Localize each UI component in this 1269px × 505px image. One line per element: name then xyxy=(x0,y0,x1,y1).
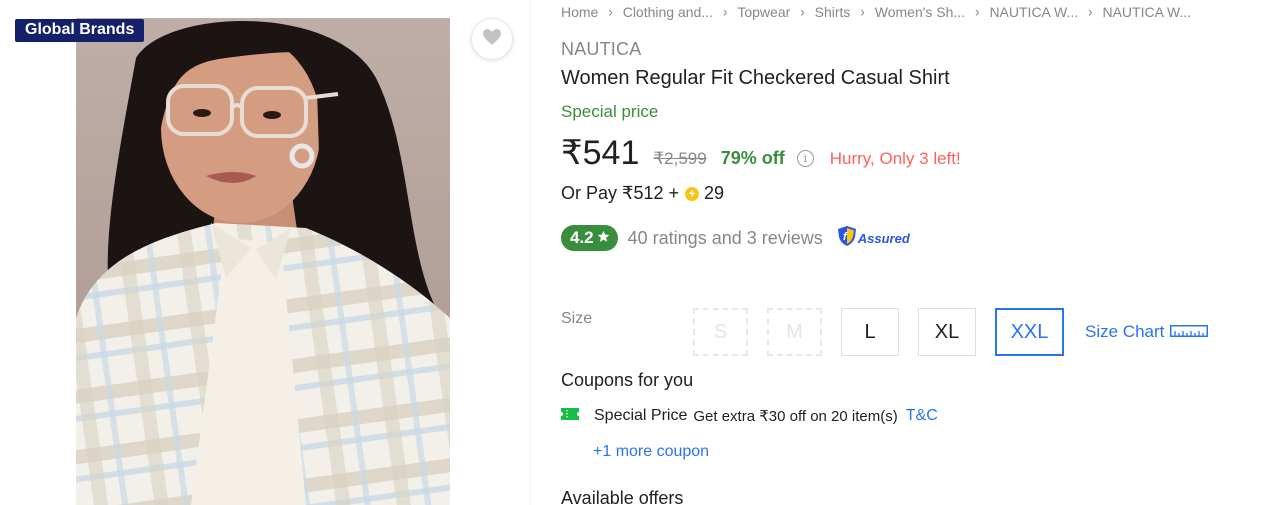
coupon-item: Special Price Get extra ₹30 off on 20 it… xyxy=(561,407,938,425)
more-coupons-link[interactable]: +1 more coupon xyxy=(593,443,709,461)
global-brands-badge: Global Brands xyxy=(15,19,145,42)
discount-percent: 79% off xyxy=(720,148,785,168)
or-pay-row: Or Pay ₹512 + 29 xyxy=(561,183,724,204)
breadcrumb-topwear[interactable]: Topwear xyxy=(737,4,790,20)
assured-label: Assured xyxy=(857,230,910,246)
wishlist-button[interactable] xyxy=(471,18,513,60)
price-row: ₹541 ₹2,599 79% off i Hurry, Only 3 left… xyxy=(561,133,961,173)
assured-badge: f Assured xyxy=(837,225,910,251)
mrp-price: ₹2,599 xyxy=(653,149,707,168)
brand-name[interactable]: NAUTICA xyxy=(561,39,641,60)
assured-shield-icon: f xyxy=(837,225,856,251)
size-option-label: L xyxy=(864,320,876,343)
product-image[interactable] xyxy=(76,18,450,505)
size-option-xxl[interactable]: XXL xyxy=(995,308,1064,356)
breadcrumb-shirts[interactable]: Shirts xyxy=(815,4,851,20)
chevron-right-icon: › xyxy=(860,3,865,20)
size-options: S M L XL XXL Size Chart xyxy=(693,308,1209,356)
coupons-heading: Coupons for you xyxy=(561,370,694,390)
image-gallery: Global Brands xyxy=(0,0,531,505)
coupon-description: Get extra ₹30 off on 20 item(s) xyxy=(693,408,898,425)
product-title: Women Regular Fit Checkered Casual Shirt xyxy=(561,67,950,89)
size-option-l[interactable]: L xyxy=(841,308,899,356)
breadcrumb-clothing[interactable]: Clothing and... xyxy=(623,4,713,20)
or-pay-text: Or Pay ₹512 + xyxy=(561,183,680,203)
breadcrumb-home[interactable]: Home xyxy=(561,4,598,20)
size-option-xl[interactable]: XL xyxy=(918,308,976,356)
size-option-label: XL xyxy=(934,320,960,343)
rating-badge[interactable]: 4.2 xyxy=(561,225,618,251)
breadcrumb-womens-shirts[interactable]: Women's Sh... xyxy=(875,4,965,20)
stock-warning: Hurry, Only 3 left! xyxy=(829,149,961,168)
chevron-right-icon: › xyxy=(975,3,980,20)
star-icon xyxy=(597,228,610,248)
chevron-right-icon: › xyxy=(608,3,613,20)
size-label: Size xyxy=(561,310,593,327)
ratings-reviews-count[interactable]: 40 ratings and 3 reviews xyxy=(628,228,823,249)
available-offers-heading: Available offers xyxy=(561,488,684,505)
coupon-tnc-link[interactable]: T&C xyxy=(906,407,938,425)
coins-value: 29 xyxy=(704,183,725,203)
info-icon[interactable]: i xyxy=(796,150,814,167)
size-option-label: S xyxy=(713,320,728,343)
heart-icon xyxy=(483,28,501,50)
rating-value: 4.2 xyxy=(570,228,594,247)
size-chart-label: Size Chart xyxy=(1085,322,1165,341)
size-option-m[interactable]: M xyxy=(767,308,822,356)
breadcrumb-nautica-2[interactable]: NAUTICA W... xyxy=(1102,4,1191,20)
breadcrumb-nautica-1[interactable]: NAUTICA W... xyxy=(989,4,1078,20)
selling-price: ₹541 xyxy=(561,134,640,172)
supercoin-icon xyxy=(685,186,700,201)
ruler-icon xyxy=(1170,322,1209,342)
size-chart-link[interactable]: Size Chart xyxy=(1085,322,1209,342)
special-price-label: Special price xyxy=(561,102,659,121)
coupon-tag-icon xyxy=(561,407,579,425)
coupon-name: Special Price xyxy=(594,407,688,424)
breadcrumb: Home › Clothing and... › Topwear › Shirt… xyxy=(561,3,1261,20)
size-option-label: M xyxy=(786,320,803,343)
chevron-right-icon: › xyxy=(723,3,728,20)
chevron-right-icon: › xyxy=(800,3,805,20)
size-option-s[interactable]: S xyxy=(693,308,748,356)
chevron-right-icon: › xyxy=(1088,3,1093,20)
rating-row: 4.2 40 ratings and 3 reviews f Assured xyxy=(561,225,910,251)
size-option-label: XXL xyxy=(1010,320,1049,343)
